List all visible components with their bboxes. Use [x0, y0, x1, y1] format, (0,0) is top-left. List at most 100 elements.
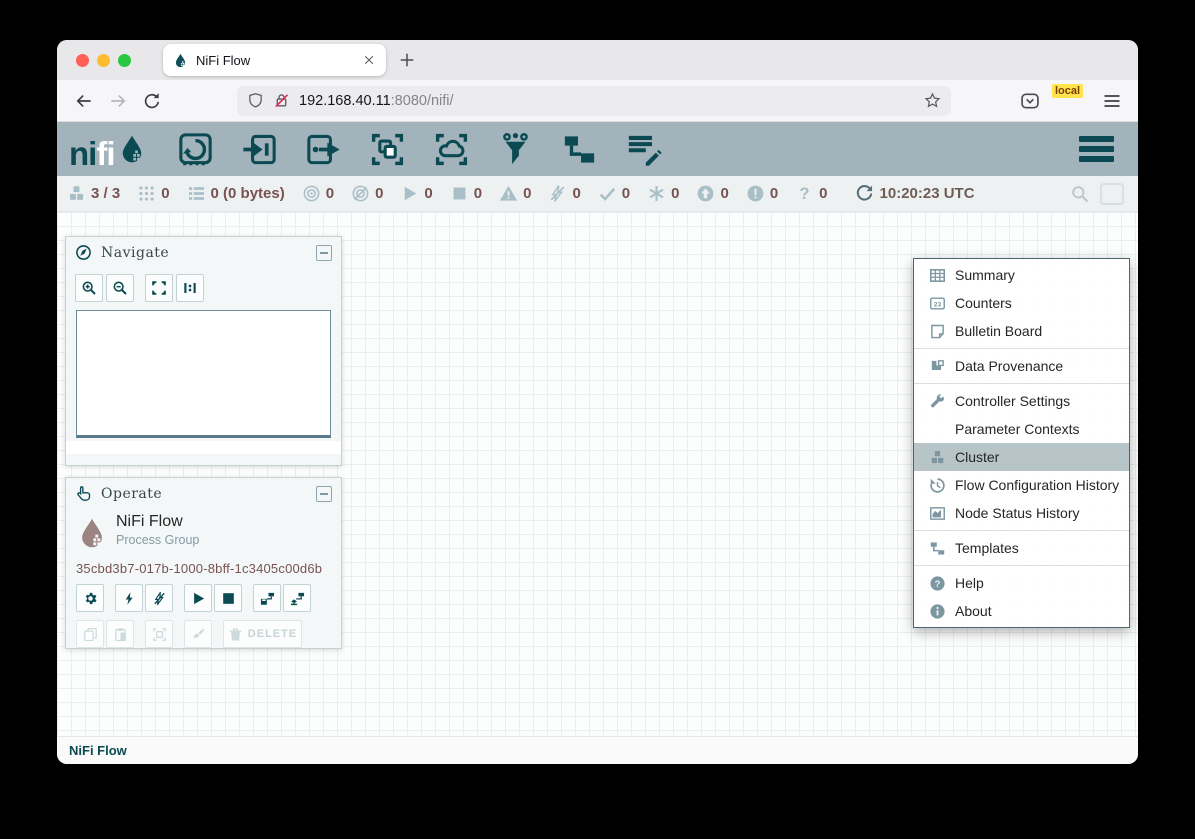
- menu-item-controller-settings[interactable]: Controller Settings: [914, 387, 1129, 415]
- zoom-out-button[interactable]: [106, 274, 134, 302]
- label-icon[interactable]: [625, 131, 662, 168]
- nifi-logo: ni fi: [69, 130, 147, 168]
- status-not-transmitting: 0: [351, 184, 383, 203]
- forward-icon[interactable]: [108, 91, 128, 111]
- flow-canvas[interactable]: Navigate Operate NiFi Flow Proces: [57, 212, 1138, 736]
- cluster-icon: [929, 449, 946, 466]
- menu-item-label: About: [955, 603, 992, 619]
- reload-icon[interactable]: [142, 91, 162, 111]
- global-menu: Summary 23 Counters Bulletin Board Data Prov…: [913, 258, 1130, 628]
- breadcrumb: NiFi Flow: [57, 736, 1138, 764]
- fill-color-button[interactable]: [184, 620, 212, 648]
- status-connected-nodes: 3 / 3: [67, 184, 120, 203]
- status-not-transmitting-value: 0: [375, 185, 383, 202]
- input-port-icon[interactable]: [241, 131, 278, 168]
- zoom-in-button[interactable]: [75, 274, 103, 302]
- sync-failure-icon: ?: [795, 184, 814, 203]
- create-template-button[interactable]: [253, 584, 281, 612]
- stop-button[interactable]: [214, 584, 242, 612]
- menu-item-label: Node Status History: [955, 505, 1080, 521]
- queued-icon: [187, 184, 206, 203]
- status-sync-failure: ?0: [795, 184, 827, 203]
- delete-label: DELETE: [248, 628, 297, 640]
- save-template-icon: [260, 591, 275, 606]
- minimize-window-button[interactable]: [97, 54, 110, 67]
- status-invalid: 0: [499, 184, 531, 203]
- menu-item-summary[interactable]: Summary: [914, 261, 1129, 289]
- upload-template-button[interactable]: [283, 584, 311, 612]
- nifi-favicon-icon: [173, 52, 188, 69]
- counters-icon: 23: [929, 295, 946, 312]
- menu-item-counters[interactable]: 23 Counters: [914, 289, 1129, 317]
- zoom-actual-button[interactable]: [176, 274, 204, 302]
- profile-avatar[interactable]: local: [1058, 88, 1084, 114]
- menu-item-label: Templates: [955, 540, 1019, 556]
- remote-process-group-icon[interactable]: [433, 131, 470, 168]
- status-locally-modified-value: 0: [671, 185, 679, 202]
- shield-icon[interactable]: [247, 92, 264, 109]
- menu-item-data-provenance[interactable]: Data Provenance: [914, 352, 1129, 380]
- collapse-navigate-button[interactable]: [316, 245, 332, 261]
- status-active-threads: 0: [137, 184, 169, 203]
- breadcrumb-root[interactable]: NiFi Flow: [69, 743, 127, 758]
- close-window-button[interactable]: [76, 54, 89, 67]
- firefox-menu-icon[interactable]: [1102, 91, 1122, 111]
- start-button[interactable]: [184, 584, 212, 612]
- search-box-fragment: [1100, 183, 1124, 205]
- menu-item-help[interactable]: ?Help: [914, 569, 1129, 597]
- zoom-fit-button[interactable]: [145, 274, 173, 302]
- url-text[interactable]: 192.168.40.11:8080/nifi/: [299, 93, 924, 109]
- browser-navbar: 192.168.40.11:8080/nifi/ local: [57, 80, 1138, 122]
- funnel-icon[interactable]: [497, 131, 534, 168]
- not-transmitting-icon: [351, 184, 370, 203]
- collapse-operate-button[interactable]: [316, 486, 332, 502]
- disable-button[interactable]: [145, 584, 173, 612]
- menu-item-parameter-contexts[interactable]: Parameter Contexts: [914, 415, 1129, 443]
- menu-item-flow-configuration-history[interactable]: Flow Configuration History: [914, 471, 1129, 499]
- status-queued: 0 (0 bytes): [187, 184, 285, 203]
- new-tab-button[interactable]: [397, 50, 417, 70]
- processor-icon[interactable]: [177, 131, 214, 168]
- bulletin-icon: [929, 323, 946, 340]
- nifi-toolbar: ni fi: [57, 122, 1138, 176]
- maximize-window-button[interactable]: [118, 54, 131, 67]
- close-tab-icon[interactable]: [362, 53, 376, 67]
- insecure-lock-icon[interactable]: [273, 92, 290, 109]
- pocket-icon[interactable]: [1020, 91, 1040, 111]
- window-controls: [76, 54, 131, 67]
- bookmark-star-icon[interactable]: [924, 92, 941, 109]
- menu-item-label: Data Provenance: [955, 358, 1063, 374]
- copy-icon: [83, 627, 98, 642]
- status-up-to-date-value: 0: [622, 185, 630, 202]
- configuration-button[interactable]: [76, 584, 104, 612]
- group-button[interactable]: [145, 620, 173, 648]
- copy-button[interactable]: [76, 620, 104, 648]
- menu-item-about[interactable]: About: [914, 597, 1129, 625]
- menu-item-bulletin-board[interactable]: Bulletin Board: [914, 317, 1129, 345]
- paste-button[interactable]: [106, 620, 134, 648]
- process-group-icon[interactable]: [369, 131, 406, 168]
- enable-button[interactable]: [115, 584, 143, 612]
- operate-header: Operate: [66, 478, 341, 507]
- refresh-icon[interactable]: [855, 184, 874, 203]
- menu-item-label: Counters: [955, 295, 1012, 311]
- back-icon[interactable]: [74, 91, 94, 111]
- status-locally-modified-stale-value: 0: [770, 185, 778, 202]
- menu-item-node-status-history[interactable]: Node Status History: [914, 499, 1129, 527]
- global-menu-button[interactable]: [1079, 136, 1114, 162]
- search-icon[interactable]: [1070, 184, 1090, 204]
- browser-window: NiFi Flow 192.168.40.11:8080/nifi/ local: [57, 40, 1138, 764]
- delete-button[interactable]: DELETE: [223, 620, 302, 648]
- template-icon[interactable]: [561, 131, 598, 168]
- menu-item-templates[interactable]: Templates: [914, 534, 1129, 562]
- threads-icon: [137, 184, 156, 203]
- bolt-slash-icon: [152, 591, 167, 606]
- birdseye-view[interactable]: [76, 310, 331, 438]
- url-host: 192.168.40.11: [299, 93, 391, 109]
- menu-item-cluster[interactable]: Cluster: [914, 443, 1129, 471]
- output-port-icon[interactable]: [305, 131, 342, 168]
- status-stopped-value: 0: [474, 185, 482, 202]
- trash-icon: [228, 627, 243, 642]
- browser-tab[interactable]: NiFi Flow: [163, 44, 386, 76]
- url-bar[interactable]: 192.168.40.11:8080/nifi/: [237, 86, 951, 116]
